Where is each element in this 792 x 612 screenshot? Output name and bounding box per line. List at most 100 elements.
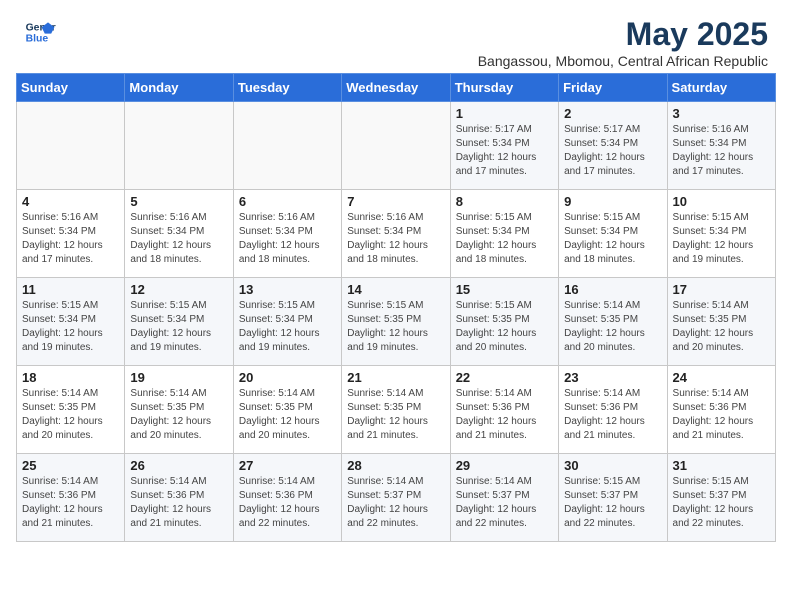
month-title: May 2025 (478, 16, 768, 53)
day-info-23: Sunrise: 5:14 AM Sunset: 5:36 PM Dayligh… (564, 387, 661, 443)
logo: General Blue (24, 16, 56, 48)
day-number-17: 17 (673, 282, 770, 297)
cell-0-5: 2 Sunrise: 5:17 AM Sunset: 5:34 PM Daylig… (559, 102, 667, 190)
cell-3-4: 22Sunrise: 5:14 AM Sunset: 5:36 PM Dayli… (450, 366, 558, 454)
day-number-9: 9 (564, 194, 661, 209)
cell-2-0: 11 Sunrise: 5:15 AM Sunset: 5:34 PM Dayli… (17, 278, 125, 366)
cell-2-6: 17Sunrise: 5:14 AM Sunset: 5:35 PM Dayli… (667, 278, 775, 366)
day-number-11: 11 (22, 282, 119, 297)
day-info-27: Sunrise: 5:14 AM Sunset: 5:36 PM Dayligh… (239, 475, 336, 531)
cell-1-2: 6 Sunrise: 5:16 AM Sunset: 5:34 PM Daylig… (233, 190, 341, 278)
cell-3-0: 18 Sunrise: 5:14 AM Sunset: 5:35 PM Dayli… (17, 366, 125, 454)
cell-4-3: 28Sunrise: 5:14 AM Sunset: 5:37 PM Dayli… (342, 454, 450, 542)
day-number-15: 15 (456, 282, 553, 297)
day-number-10: 10 (673, 194, 770, 209)
day-number-8: 8 (456, 194, 553, 209)
day-number-30: 30 (564, 458, 661, 473)
cell-4-1: 26 Sunrise: 5:14 AM Sunset: 5:36 PM Dayli… (125, 454, 233, 542)
day-info-4: Sunrise: 5:16 AM Sunset: 5:34 PM Dayligh… (22, 211, 119, 267)
page-header: General Blue May 2025 Bangassou, Mbomou,… (0, 0, 792, 73)
day-info-13: Sunrise: 5:15 AM Sunset: 5:34 PM Dayligh… (239, 299, 336, 355)
week-row-2: 4 Sunrise: 5:16 AM Sunset: 5:34 PM Daylig… (17, 190, 776, 278)
day-info-3: Sunrise: 5:16 AM Sunset: 5:34 PM Dayligh… (673, 123, 770, 179)
day-info-30: Sunrise: 5:15 AM Sunset: 5:37 PM Dayligh… (564, 475, 661, 531)
header-friday: Friday (559, 74, 667, 102)
cell-3-3: 21Sunrise: 5:14 AM Sunset: 5:35 PM Dayli… (342, 366, 450, 454)
day-info-14: Sunrise: 5:15 AM Sunset: 5:35 PM Dayligh… (347, 299, 444, 355)
cell-1-5: 9 Sunrise: 5:15 AM Sunset: 5:34 PM Daylig… (559, 190, 667, 278)
day-info-7: Sunrise: 5:16 AM Sunset: 5:34 PM Dayligh… (347, 211, 444, 267)
cell-2-4: 15 Sunrise: 5:15 AM Sunset: 5:35 PM Dayli… (450, 278, 558, 366)
day-info-18: Sunrise: 5:14 AM Sunset: 5:35 PM Dayligh… (22, 387, 119, 443)
cell-1-6: 10 Sunrise: 5:15 AM Sunset: 5:34 PM Dayli… (667, 190, 775, 278)
day-number-27: 27 (239, 458, 336, 473)
cell-2-2: 13 Sunrise: 5:15 AM Sunset: 5:34 PM Dayli… (233, 278, 341, 366)
svg-text:Blue: Blue (26, 34, 49, 45)
cell-0-2 (233, 102, 341, 190)
day-info-10: Sunrise: 5:15 AM Sunset: 5:34 PM Dayligh… (673, 211, 770, 267)
day-number-20: 20 (239, 370, 336, 385)
day-info-11: Sunrise: 5:15 AM Sunset: 5:34 PM Dayligh… (22, 299, 119, 355)
week-row-1: 1 Sunrise: 5:17 AM Sunset: 5:34 PM Daylig… (17, 102, 776, 190)
header-saturday: Saturday (667, 74, 775, 102)
cell-2-5: 16 Sunrise: 5:14 AM Sunset: 5:35 PM Dayli… (559, 278, 667, 366)
day-number-5: 5 (130, 194, 227, 209)
day-number-24: 24 (673, 370, 770, 385)
calendar-body: 1 Sunrise: 5:17 AM Sunset: 5:34 PM Daylig… (17, 102, 776, 542)
header-wednesday: Wednesday (342, 74, 450, 102)
cell-4-5: 30 Sunrise: 5:15 AM Sunset: 5:37 PM Dayli… (559, 454, 667, 542)
cell-3-5: 23Sunrise: 5:14 AM Sunset: 5:36 PM Dayli… (559, 366, 667, 454)
cell-0-4: 1 Sunrise: 5:17 AM Sunset: 5:34 PM Daylig… (450, 102, 558, 190)
day-number-18: 18 (22, 370, 119, 385)
day-number-16: 16 (564, 282, 661, 297)
day-info-15: Sunrise: 5:15 AM Sunset: 5:35 PM Dayligh… (456, 299, 553, 355)
week-row-5: 25 Sunrise: 5:14 AM Sunset: 5:36 PM Dayli… (17, 454, 776, 542)
cell-1-0: 4 Sunrise: 5:16 AM Sunset: 5:34 PM Daylig… (17, 190, 125, 278)
header-tuesday: Tuesday (233, 74, 341, 102)
day-number-13: 13 (239, 282, 336, 297)
location-subtitle: Bangassou, Mbomou, Central African Repub… (478, 53, 768, 69)
cell-4-0: 25Sunrise: 5:14 AM Sunset: 5:36 PM Dayli… (17, 454, 125, 542)
cell-2-1: 12Sunrise: 5:15 AM Sunset: 5:34 PM Dayli… (125, 278, 233, 366)
day-number-22: 22 (456, 370, 553, 385)
day-number-31: 31 (673, 458, 770, 473)
day-number-6: 6 (239, 194, 336, 209)
day-number-25: 25 (22, 458, 119, 473)
day-info-16: Sunrise: 5:14 AM Sunset: 5:35 PM Dayligh… (564, 299, 661, 355)
calendar-header: Sunday Monday Tuesday Wednesday Thursday… (17, 74, 776, 102)
cell-3-6: 24 Sunrise: 5:14 AM Sunset: 5:36 PM Dayli… (667, 366, 775, 454)
day-number-29: 29 (456, 458, 553, 473)
day-info-21: Sunrise: 5:14 AM Sunset: 5:35 PM Dayligh… (347, 387, 444, 443)
day-number-26: 26 (130, 458, 227, 473)
header-sunday: Sunday (17, 74, 125, 102)
day-number-28: 28 (347, 458, 444, 473)
day-info-1: Sunrise: 5:17 AM Sunset: 5:34 PM Dayligh… (456, 123, 553, 179)
day-info-5: Sunrise: 5:16 AM Sunset: 5:34 PM Dayligh… (130, 211, 227, 267)
cell-4-2: 27 Sunrise: 5:14 AM Sunset: 5:36 PM Dayli… (233, 454, 341, 542)
cell-2-3: 14 Sunrise: 5:15 AM Sunset: 5:35 PM Dayli… (342, 278, 450, 366)
cell-1-3: 7Sunrise: 5:16 AM Sunset: 5:34 PM Daylig… (342, 190, 450, 278)
title-block: May 2025 Bangassou, Mbomou, Central Afri… (478, 16, 768, 69)
day-info-2: Sunrise: 5:17 AM Sunset: 5:34 PM Dayligh… (564, 123, 661, 179)
day-info-26: Sunrise: 5:14 AM Sunset: 5:36 PM Dayligh… (130, 475, 227, 531)
day-number-2: 2 (564, 106, 661, 121)
day-number-4: 4 (22, 194, 119, 209)
calendar-container: Sunday Monday Tuesday Wednesday Thursday… (0, 73, 792, 558)
day-info-6: Sunrise: 5:16 AM Sunset: 5:34 PM Dayligh… (239, 211, 336, 267)
day-info-29: Sunrise: 5:14 AM Sunset: 5:37 PM Dayligh… (456, 475, 553, 531)
week-row-4: 18 Sunrise: 5:14 AM Sunset: 5:35 PM Dayli… (17, 366, 776, 454)
day-info-24: Sunrise: 5:14 AM Sunset: 5:36 PM Dayligh… (673, 387, 770, 443)
day-info-8: Sunrise: 5:15 AM Sunset: 5:34 PM Dayligh… (456, 211, 553, 267)
logo-icon: General Blue (24, 16, 56, 48)
cell-0-3 (342, 102, 450, 190)
day-number-12: 12 (130, 282, 227, 297)
day-number-14: 14 (347, 282, 444, 297)
day-number-3: 3 (673, 106, 770, 121)
header-thursday: Thursday (450, 74, 558, 102)
cell-4-6: 31Sunrise: 5:15 AM Sunset: 5:37 PM Dayli… (667, 454, 775, 542)
day-number-1: 1 (456, 106, 553, 121)
day-info-9: Sunrise: 5:15 AM Sunset: 5:34 PM Dayligh… (564, 211, 661, 267)
cell-1-1: 5 Sunrise: 5:16 AM Sunset: 5:34 PM Daylig… (125, 190, 233, 278)
header-row: Sunday Monday Tuesday Wednesday Thursday… (17, 74, 776, 102)
header-monday: Monday (125, 74, 233, 102)
